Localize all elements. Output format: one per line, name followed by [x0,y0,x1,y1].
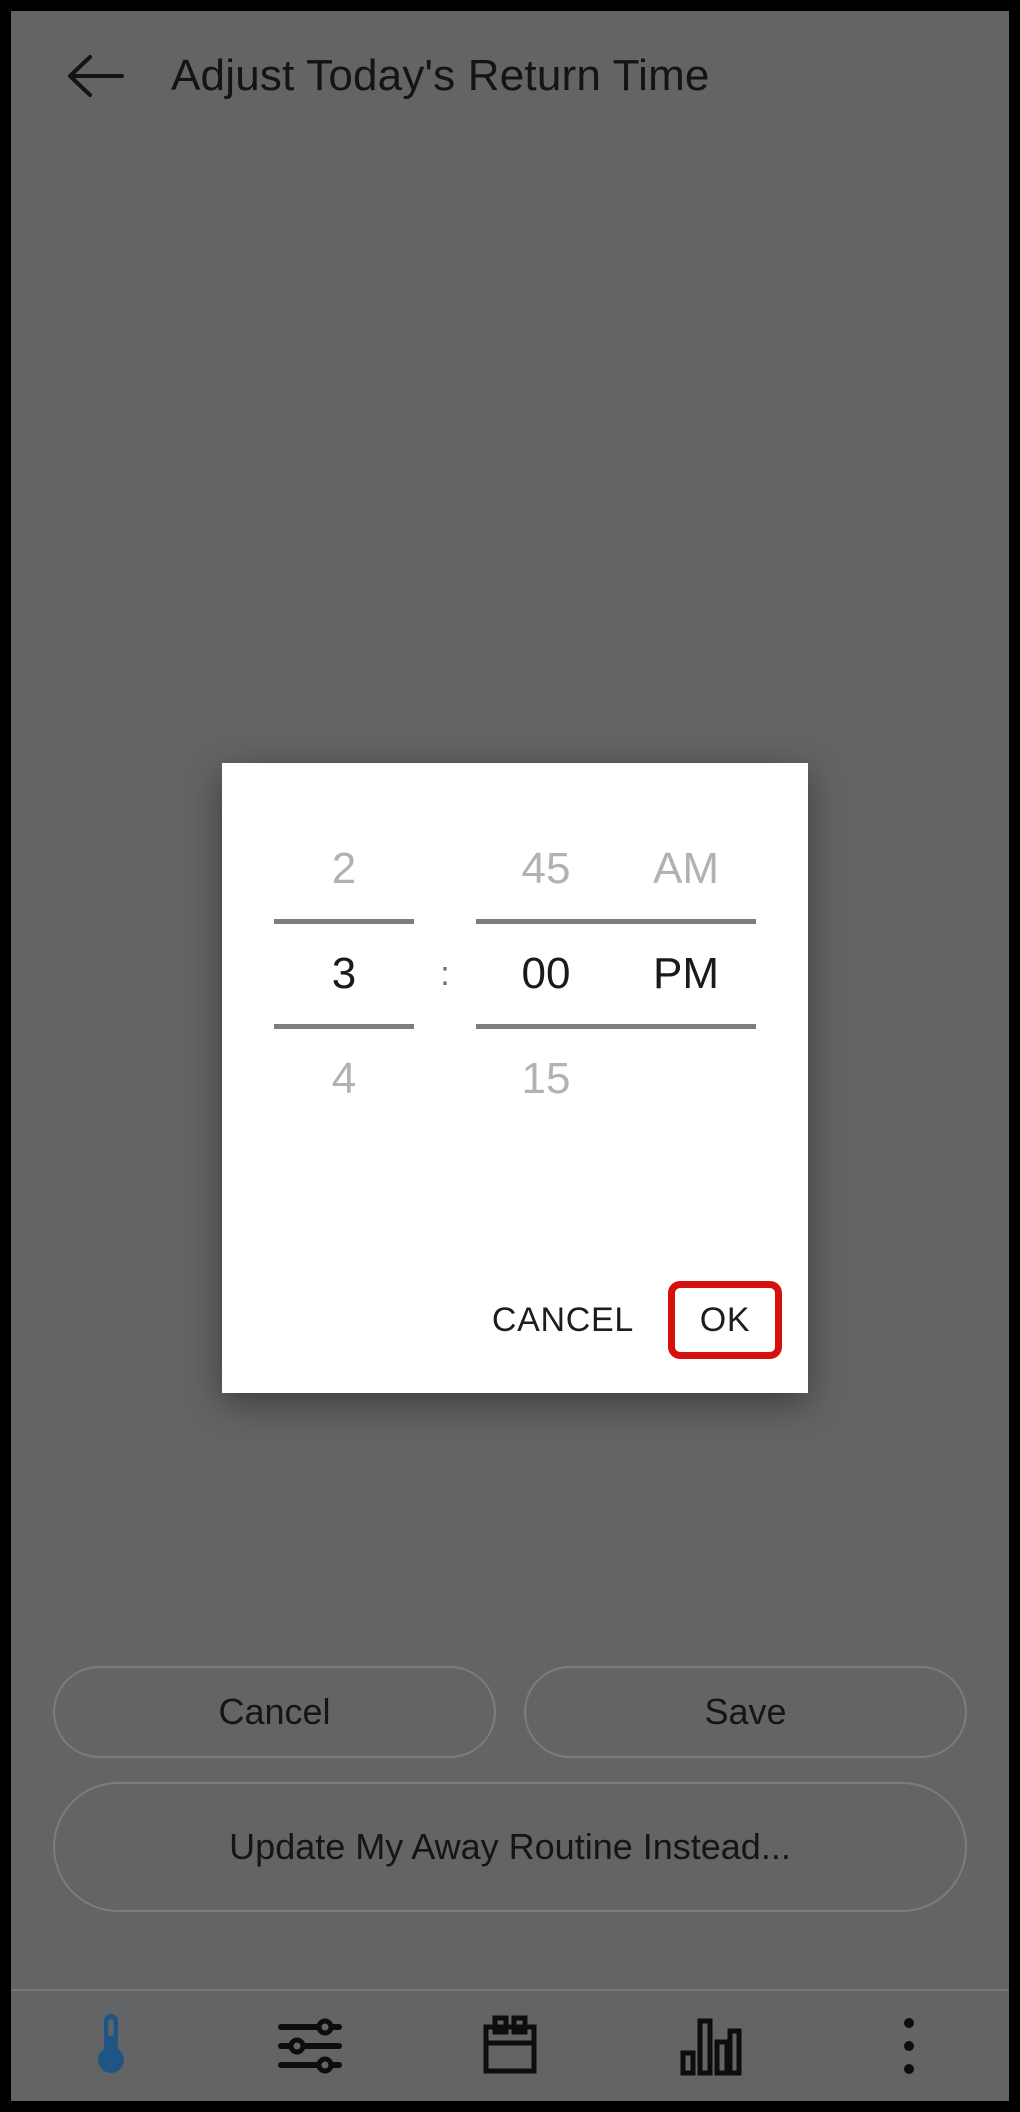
time-picker-dialog: 2 3 4 : 45 00 15 AM PM CANCEL OK [222,763,808,1393]
time-separator: : [440,954,450,993]
meridiem-column[interactable]: AM PM [616,819,756,1129]
hour-next-value[interactable]: 4 [274,1029,414,1129]
hour-selected-value[interactable]: 3 [274,924,414,1024]
dialog-ok-button[interactable]: OK [686,1301,765,1340]
hour-column[interactable]: 2 3 4 [274,819,414,1129]
dialog-button-row: CANCEL OK [472,1281,782,1359]
ok-button-highlight: OK [668,1281,782,1359]
time-separator-column: : [414,819,476,1024]
meridiem-prev-value[interactable]: AM [616,819,756,919]
minute-selected-value[interactable]: 00 [476,924,616,1024]
hour-prev-value[interactable]: 2 [274,819,414,919]
meridiem-next-value[interactable] [616,1029,756,1129]
device-frame: Adjust Today's Return Time Cancel Save U… [0,0,1020,2112]
dialog-overlay: 2 3 4 : 45 00 15 AM PM CANCEL OK [11,11,1009,2101]
minute-prev-value[interactable]: 45 [476,819,616,919]
meridiem-selected-value[interactable]: PM [616,924,756,1024]
dialog-cancel-button[interactable]: CANCEL [472,1285,654,1356]
time-picker: 2 3 4 : 45 00 15 AM PM [222,819,808,1169]
app-screen: Adjust Today's Return Time Cancel Save U… [11,11,1009,2101]
minute-next-value[interactable]: 15 [476,1029,616,1129]
minute-column[interactable]: 45 00 15 [476,819,616,1129]
